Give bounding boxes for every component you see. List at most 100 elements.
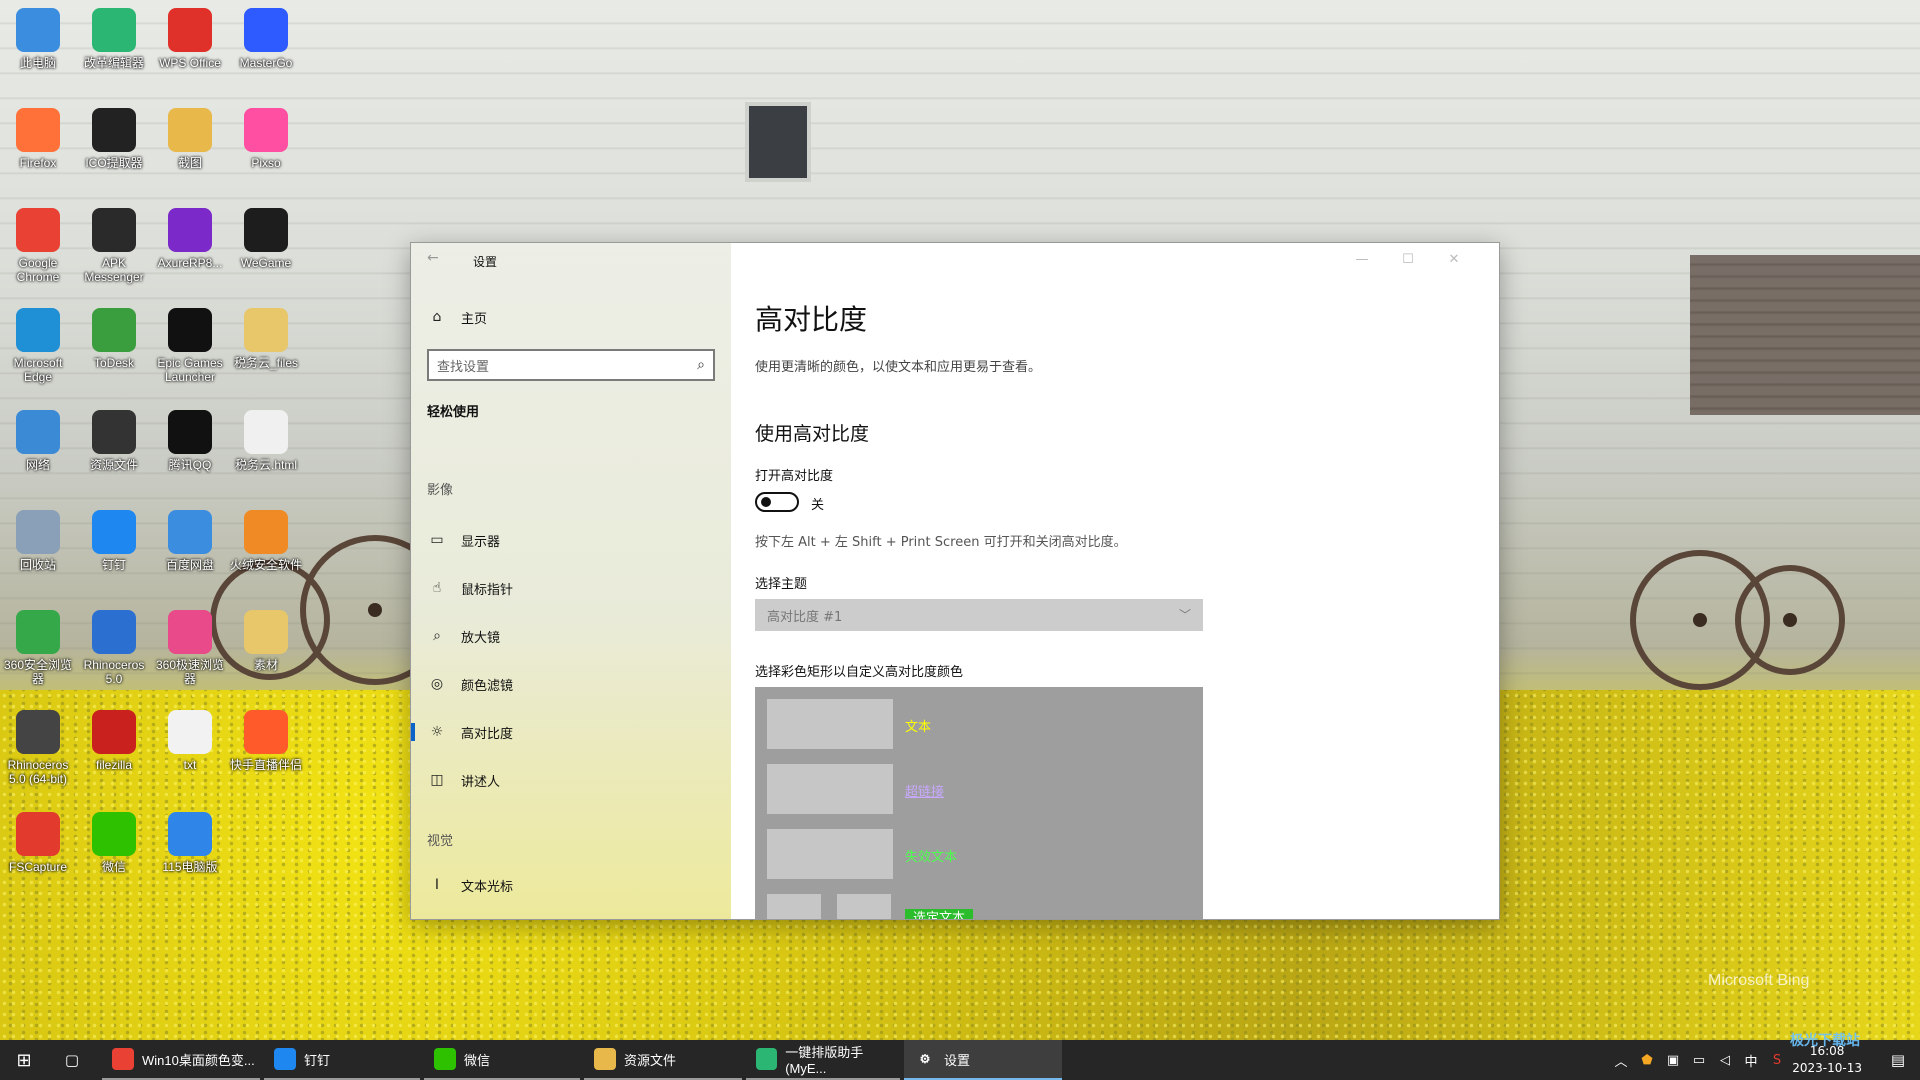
desktop-shortcut[interactable]: txt [152,710,228,772]
search-settings-input[interactable]: 查找设置 ⌕ [427,349,715,381]
desktop-shortcut[interactable]: 快手直播伴侣 [228,710,304,772]
taskbar-app[interactable]: Win10桌面颜色变... [102,1040,260,1080]
huorong-icon [244,510,288,554]
app-tray-icon[interactable]: ▣ [1660,1040,1686,1080]
color-swatch[interactable] [767,764,893,814]
desktop-shortcut-label: 百度网盘 [165,558,214,572]
desktop-shortcut[interactable]: 腾讯QQ [152,410,228,472]
notification-icon[interactable]: ▤ [1876,1040,1920,1080]
chevron-down-icon: ﹀ [1178,608,1191,622]
nav-item-label: 文本光标 [461,879,514,895]
nav-item-color-filter[interactable]: ◎ 颜色滤镜 [425,665,725,703]
desktop-shortcut[interactable]: ICO提取器 [76,108,152,170]
pc-icon [16,8,60,52]
taskbar-app-label: 一键排版助手(MyE... [785,1045,864,1076]
text-cursor-icon: I [434,877,440,893]
security-tray-icon[interactable]: ⬟ [1634,1040,1660,1080]
desktop-shortcut[interactable]: 税务云.html [228,410,304,472]
desktop-shortcut[interactable]: 360安全浏览器 [0,610,76,686]
shortcut-hint: 按下左 Alt + 左 Shift + Print Screen 可打开和关闭高… [755,535,1127,550]
kuaishou-icon [244,710,288,754]
desktop-shortcut[interactable]: Microsoft Edge [0,308,76,384]
desktop-shortcut[interactable]: 税务云_files [228,308,304,370]
desktop-shortcut[interactable]: Rhinoceros 5.0 (64-bit) [0,710,76,786]
desktop-shortcut[interactable]: WeGame [228,208,304,270]
magnifier-icon: ⌕ [433,628,441,644]
apk-messenger-icon [92,208,136,252]
back-arrow-icon[interactable]: ← [427,250,439,266]
nav-item-high-contrast[interactable]: ☼ 高对比度 [411,713,725,751]
editor-icon [92,8,136,52]
swatch-label: 失效文本 [905,850,958,865]
desktop-shortcut[interactable]: 火绒安全软件 [228,510,304,572]
taskbar-app[interactable]: 一键排版助手(MyE... [746,1040,900,1080]
maximize-button[interactable]: ☐ [1385,247,1431,273]
desktop-shortcut[interactable]: AxureRP8... [152,208,228,270]
115-icon [168,812,212,856]
desktop-shortcut[interactable]: 改革编辑器 [76,8,152,70]
theme-select[interactable]: 高对比度 #1 ﹀ [755,599,1203,631]
desktop-shortcut[interactable]: ToDesk [76,308,152,370]
desktop-shortcut-label: AxureRP8... [157,256,223,270]
nav-item-mouse-pointer[interactable]: ☝ 鼠标指针 [425,569,725,607]
desktop-shortcut[interactable]: filezilla [76,710,152,772]
axure-icon [168,208,212,252]
narrator-icon: ◫ [430,772,444,788]
editor-icon [756,1048,778,1070]
taskbar-app[interactable]: ⚙ 设置 [904,1040,1062,1080]
color-swatch[interactable] [767,894,821,919]
desktop-shortcut[interactable]: 115电脑版 [152,812,228,874]
desktop-shortcut-label: 微信 [101,860,126,874]
nav-item-label: 鼠标指针 [461,582,514,598]
dingtalk-icon [92,510,136,554]
desktop-shortcut[interactable]: Firefox [0,108,76,170]
barn-roof [1690,255,1920,415]
desktop-shortcut[interactable]: APK Messenger [76,208,152,284]
desktop-shortcut[interactable]: 截图 [152,108,228,170]
desktop-shortcut[interactable]: 微信 [76,812,152,874]
task-view-icon[interactable]: ▢ [48,1040,96,1080]
minimize-button[interactable]: — [1339,247,1385,273]
nav-group-visual: 视觉 [427,834,454,849]
desktop-shortcut[interactable]: 回收站 [0,510,76,572]
desktop-shortcut[interactable]: Pixso [228,108,304,170]
network-icon[interactable]: ▭ [1686,1040,1712,1080]
nav-item-narrator[interactable]: ◫ 讲述人 [425,761,725,799]
nav-group-vision: 影像 [427,483,454,498]
desktop-shortcut[interactable]: 此电脑 [0,8,76,70]
swatch-label: 超链接 [905,785,945,800]
color-swatch[interactable] [767,699,893,749]
taskbar-app[interactable]: 微信 [424,1040,580,1080]
desktop-shortcut[interactable]: 网络 [0,410,76,472]
windows-start-icon[interactable]: ⊞ [0,1040,48,1080]
high-contrast-toggle[interactable] [755,492,799,512]
desktop-shortcut[interactable]: WPS Office [152,8,228,70]
desktop-shortcut[interactable]: 百度网盘 [152,510,228,572]
sogou-icon[interactable]: S [1764,1040,1790,1080]
desktop-shortcut[interactable]: Epic Games Launcher [152,308,228,384]
desktop-shortcut[interactable]: Google Chrome [0,208,76,284]
taskbar-app[interactable]: 资源文件 [584,1040,742,1080]
nav-item-text-cursor[interactable]: I 文本光标 [425,866,725,904]
taskbar-app[interactable]: 钉钉 [264,1040,420,1080]
color-swatch[interactable] [767,829,893,879]
desktop-shortcut-label: 360极速浏览器 [155,658,225,686]
desktop-shortcut[interactable]: Rhinoceros 5.0 [76,610,152,686]
color-swatch[interactable] [837,894,891,919]
nav-item-label: 放大镜 [461,630,501,646]
desktop-shortcut[interactable]: 资源文件 [76,410,152,472]
nav-item-monitor[interactable]: ▭ 显示器 [425,521,725,559]
desktop-shortcut[interactable]: 360极速浏览器 [152,610,228,686]
nav-item-magnifier[interactable]: ⌕ 放大镜 [425,617,725,655]
close-button[interactable]: ✕ [1431,247,1477,273]
taskbar-app-label: 资源文件 [624,1052,677,1068]
chevron-up-icon[interactable]: ︿ [1606,1040,1636,1080]
desktop-shortcut[interactable]: MasterGo [228,8,304,70]
fscapture-icon [16,812,60,856]
desktop-shortcut[interactable]: FSCapture [0,812,76,874]
desktop-shortcut[interactable]: 素材 [228,610,304,672]
volume-icon[interactable]: ◁ [1712,1040,1738,1080]
ime-indicator[interactable]: 中 [1738,1040,1764,1080]
desktop-shortcut[interactable]: 钉钉 [76,510,152,572]
nav-home[interactable]: ⌂ 主页 [425,298,725,336]
